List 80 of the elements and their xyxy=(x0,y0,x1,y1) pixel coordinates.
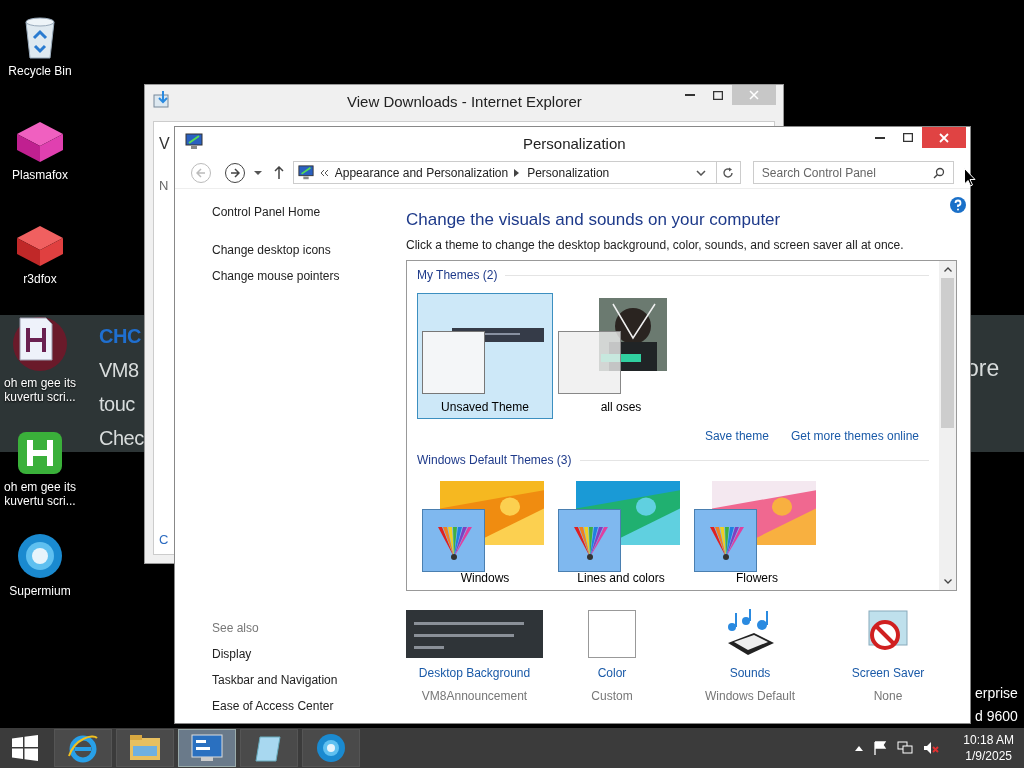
scroll-up-icon xyxy=(943,267,952,272)
color-swatch xyxy=(558,331,621,394)
page-text: N xyxy=(159,177,169,195)
globe-logo-icon xyxy=(316,733,346,763)
taskbar-button[interactable] xyxy=(178,729,236,767)
window-title: View Downloads - Internet Explorer xyxy=(347,92,582,112)
see-also-heading: See also xyxy=(212,620,260,637)
double-chevron-icon xyxy=(319,168,329,177)
scroll-down-icon xyxy=(943,579,952,584)
breadcrumb-item[interactable]: Personalization xyxy=(527,163,610,182)
taskbar-button[interactable] xyxy=(116,729,174,767)
help-icon xyxy=(950,197,966,213)
cube-logo-icon xyxy=(15,224,65,268)
setting-item[interactable]: Sounds Windows Default xyxy=(681,610,819,705)
cube-logo-icon xyxy=(15,120,65,164)
desktop-text: erprise xyxy=(975,684,1018,703)
monitor-icon xyxy=(297,164,314,181)
page-heading: Change the visuals and sounds on your computer xyxy=(406,209,782,231)
minimize-icon xyxy=(875,136,885,139)
clock-time: 10:18 AM xyxy=(963,732,1014,748)
page-text: V xyxy=(159,134,170,154)
control-panel-icon xyxy=(191,733,223,763)
page-description: Click a theme to change the desktop background, color, sounds, and screen saver all at once. xyxy=(406,237,905,254)
theme-link[interactable]: Get more themes online xyxy=(790,427,919,445)
forward-arrow-icon xyxy=(229,167,240,178)
back-arrow-icon xyxy=(195,167,206,178)
flag-icon xyxy=(873,741,888,755)
notepad-icon xyxy=(254,733,284,763)
nav-link[interactable]: Change desktop icons xyxy=(212,241,406,259)
color-swatch xyxy=(588,610,636,658)
maximize-icon xyxy=(713,90,723,100)
theme-tile[interactable]: Unsaved Theme xyxy=(417,293,553,419)
banner-text: Chec xyxy=(99,426,144,451)
banner-text: VM8 xyxy=(99,358,140,383)
theme-link[interactable]: Save theme xyxy=(704,427,769,445)
see-also-link[interactable]: Ease of Access Center xyxy=(212,697,406,715)
minimize-icon xyxy=(685,94,695,96)
see-also-link[interactable]: Display xyxy=(212,645,406,663)
search-input[interactable]: Search Control Panel xyxy=(761,163,933,182)
close-icon xyxy=(749,90,759,100)
taskbar-button[interactable] xyxy=(302,729,360,767)
monitor-icon xyxy=(185,133,203,151)
letter-tile-icon xyxy=(16,430,64,476)
folder-icon xyxy=(129,734,161,762)
address-bar[interactable]: Appearance and Personalization Personalization xyxy=(292,161,741,184)
chevron-down-icon xyxy=(695,169,706,176)
network-icon xyxy=(897,741,914,755)
window-title: Personalization xyxy=(523,134,626,154)
muted-speaker-icon xyxy=(923,741,940,755)
group-heading: Windows Default Themes (3) xyxy=(417,452,572,469)
download-page-icon xyxy=(153,91,171,109)
desktop-text: d 9600 xyxy=(975,707,1018,726)
color-swatch xyxy=(422,331,485,394)
caret-icon xyxy=(253,170,262,175)
maximize-icon xyxy=(903,133,913,142)
group-heading: My Themes (2) xyxy=(417,267,498,284)
up-arrow-icon xyxy=(273,166,284,179)
refresh-icon xyxy=(722,166,735,179)
caret-up-icon xyxy=(855,745,864,751)
banner-text: touc xyxy=(99,392,136,417)
banner-text: CHC xyxy=(99,324,142,349)
globe-logo-icon xyxy=(16,532,64,580)
breadcrumb-item[interactable]: Appearance and Personalization xyxy=(334,163,509,182)
document-letter-icon xyxy=(10,314,70,372)
scrollbar[interactable] xyxy=(939,261,956,590)
windows-logo-icon xyxy=(12,735,38,761)
page-text: C xyxy=(159,531,169,549)
taskbar-button[interactable] xyxy=(240,729,298,767)
taskbar-button[interactable] xyxy=(54,729,112,767)
setting-item[interactable]: Desktop Background VM8Announcement xyxy=(406,610,543,705)
search-icon xyxy=(933,166,945,179)
see-also-link[interactable]: Taskbar and Navigation xyxy=(212,671,406,689)
close-icon xyxy=(939,132,949,143)
setting-item[interactable]: Color Custom xyxy=(543,610,681,705)
nav-link[interactable]: Change mouse pointers xyxy=(212,267,406,285)
search-field[interactable]: Search Control Panel xyxy=(752,161,954,184)
clock-date: 1/9/2025 xyxy=(965,748,1012,764)
setting-item[interactable]: Screen Saver None xyxy=(819,610,957,705)
nav-link[interactable]: Control Panel Home xyxy=(212,203,406,221)
chevron-right-icon xyxy=(514,168,520,177)
